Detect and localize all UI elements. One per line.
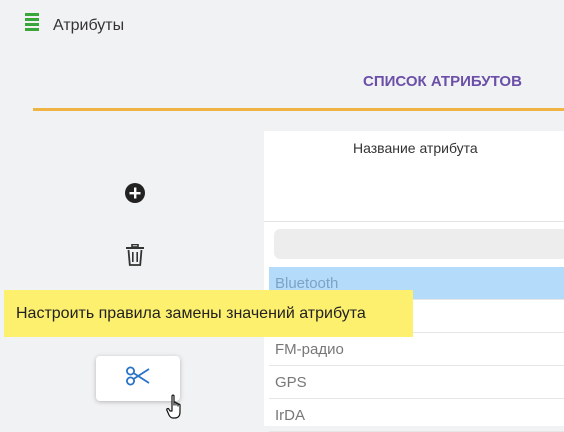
table-row[interactable]: IrDA	[269, 399, 564, 432]
window-titlebar: Атрибуты	[0, 0, 564, 52]
delete-attribute-button[interactable]	[120, 240, 150, 270]
add-attribute-button[interactable]	[120, 178, 150, 208]
tooltip: Настроить правила замены значений атрибу…	[4, 290, 413, 337]
row-label: GPS	[275, 374, 307, 391]
hand-cursor-icon	[166, 394, 186, 420]
tab-underline	[33, 108, 564, 111]
trash-icon	[125, 244, 145, 266]
attribute-table: Название атрибута Bluetooth FM-радио GPS…	[264, 131, 564, 432]
list-lines-icon	[25, 13, 39, 33]
column-header[interactable]: Название атрибута	[264, 131, 564, 222]
window-title: Атрибуты	[53, 17, 125, 34]
row-label: IrDA	[275, 407, 305, 424]
scissors-icon	[125, 366, 151, 391]
column-header-label: Название атрибута	[353, 140, 478, 156]
row-label: FM-радио	[275, 341, 344, 358]
filter-input[interactable]	[274, 229, 564, 259]
table-row[interactable]: GPS	[269, 366, 564, 399]
tab-attribute-list[interactable]: СПИСОК АТРИБУТОВ	[363, 73, 522, 90]
table-row[interactable]: FM-радио	[269, 333, 564, 366]
plus-circle-icon	[124, 182, 146, 204]
